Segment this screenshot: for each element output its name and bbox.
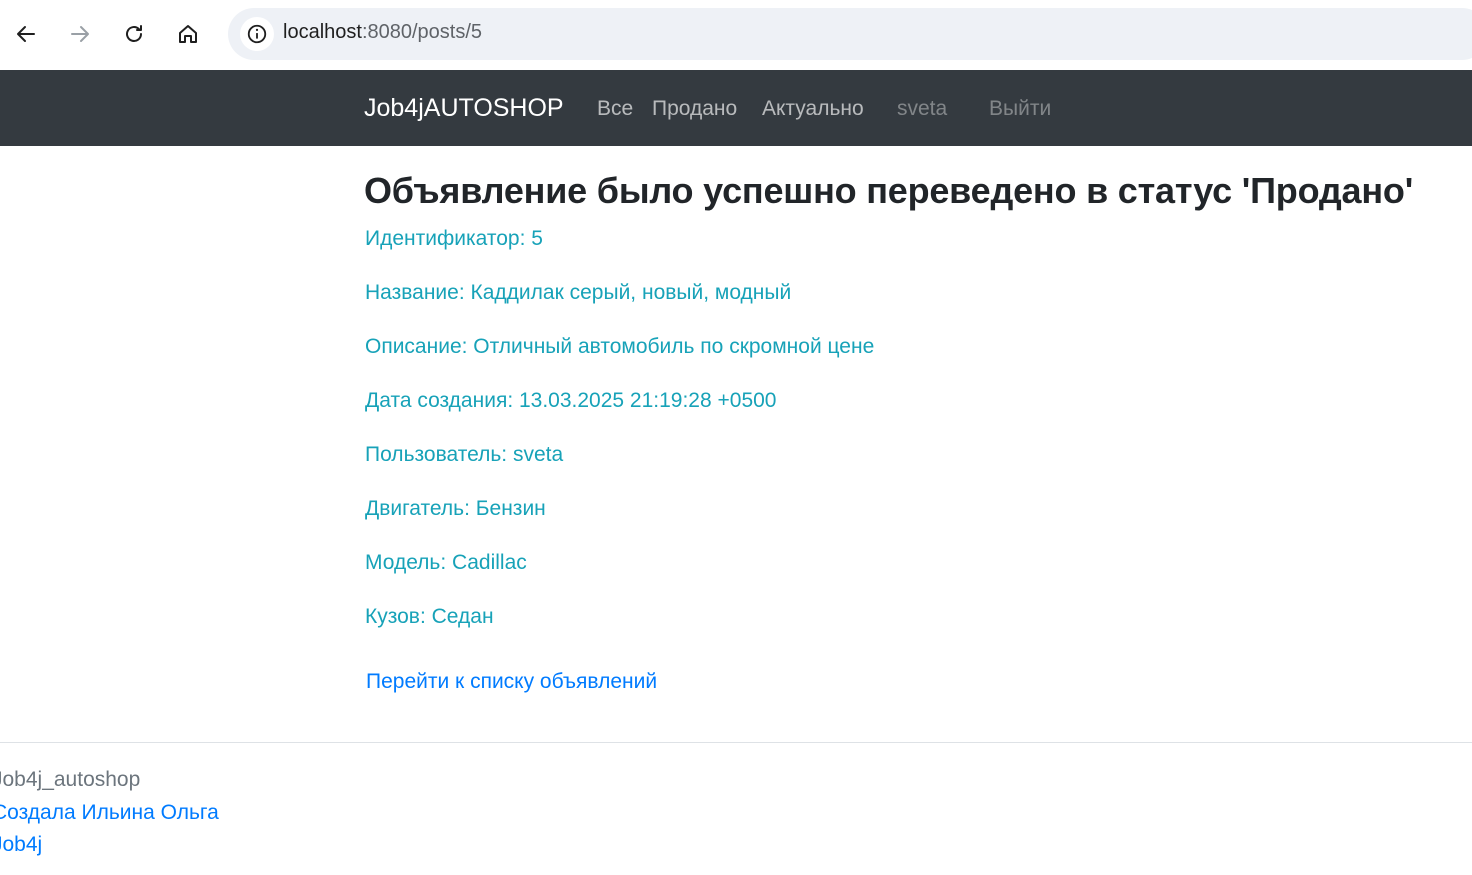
footer-job4j-link[interactable]: Job4j — [0, 833, 42, 857]
nav-link-sold[interactable]: Продано — [652, 97, 737, 121]
nav-link-actual[interactable]: Актуально — [762, 97, 864, 121]
address-bar[interactable]: localhost:8080/posts/5 — [228, 8, 1472, 60]
detail-user: Пользователь: sveta — [365, 443, 564, 466]
nav-link-all[interactable]: Все — [597, 97, 633, 121]
detail-model: Модель: Cadillac — [365, 551, 527, 574]
site-navbar: Job4jAUTOSHOP Все Продано Актуально svet… — [0, 70, 1472, 146]
navbar-brand[interactable]: Job4jAUTOSHOP — [364, 94, 564, 123]
back-to-list-link[interactable]: Перейти к списку объявлений — [366, 670, 657, 694]
reload-button[interactable] — [114, 14, 154, 54]
footer-author-link[interactable]: Создала Ильина Ольга — [0, 801, 219, 825]
detail-created: Дата создания: 13.03.2025 21:19:28 +0500 — [365, 389, 777, 412]
nav-logout[interactable]: Выйти — [989, 97, 1051, 121]
site-info-button[interactable] — [240, 17, 274, 51]
back-arrow-icon — [17, 26, 35, 42]
nav-user[interactable]: sveta — [897, 97, 947, 121]
detail-engine: Двигатель: Бензин — [365, 497, 546, 520]
forward-arrow-icon — [71, 26, 89, 42]
detail-body: Кузов: Седан — [365, 605, 494, 628]
browser-toolbar: localhost:8080/posts/5 — [0, 0, 1472, 70]
footer-project-name: Job4j_autoshop — [0, 768, 141, 791]
detail-id: Идентификатор: 5 — [365, 227, 543, 250]
info-icon — [247, 24, 267, 44]
reload-icon — [126, 25, 142, 42]
url-text[interactable]: localhost:8080/posts/5 — [283, 21, 482, 44]
home-button[interactable] — [168, 14, 208, 54]
home-icon — [179, 25, 197, 43]
detail-name: Название: Каддилак серый, новый, модный — [365, 281, 792, 304]
url-path: :8080/posts/5 — [361, 21, 483, 43]
page-title: Объявление было успешно переведено в ста… — [364, 170, 1414, 211]
detail-description: Описание: Отличный автомобиль по скромно… — [365, 335, 875, 358]
forward-button[interactable] — [60, 14, 100, 54]
footer-divider — [0, 742, 1472, 743]
url-host: localhost — [283, 21, 362, 43]
back-button[interactable] — [6, 14, 46, 54]
